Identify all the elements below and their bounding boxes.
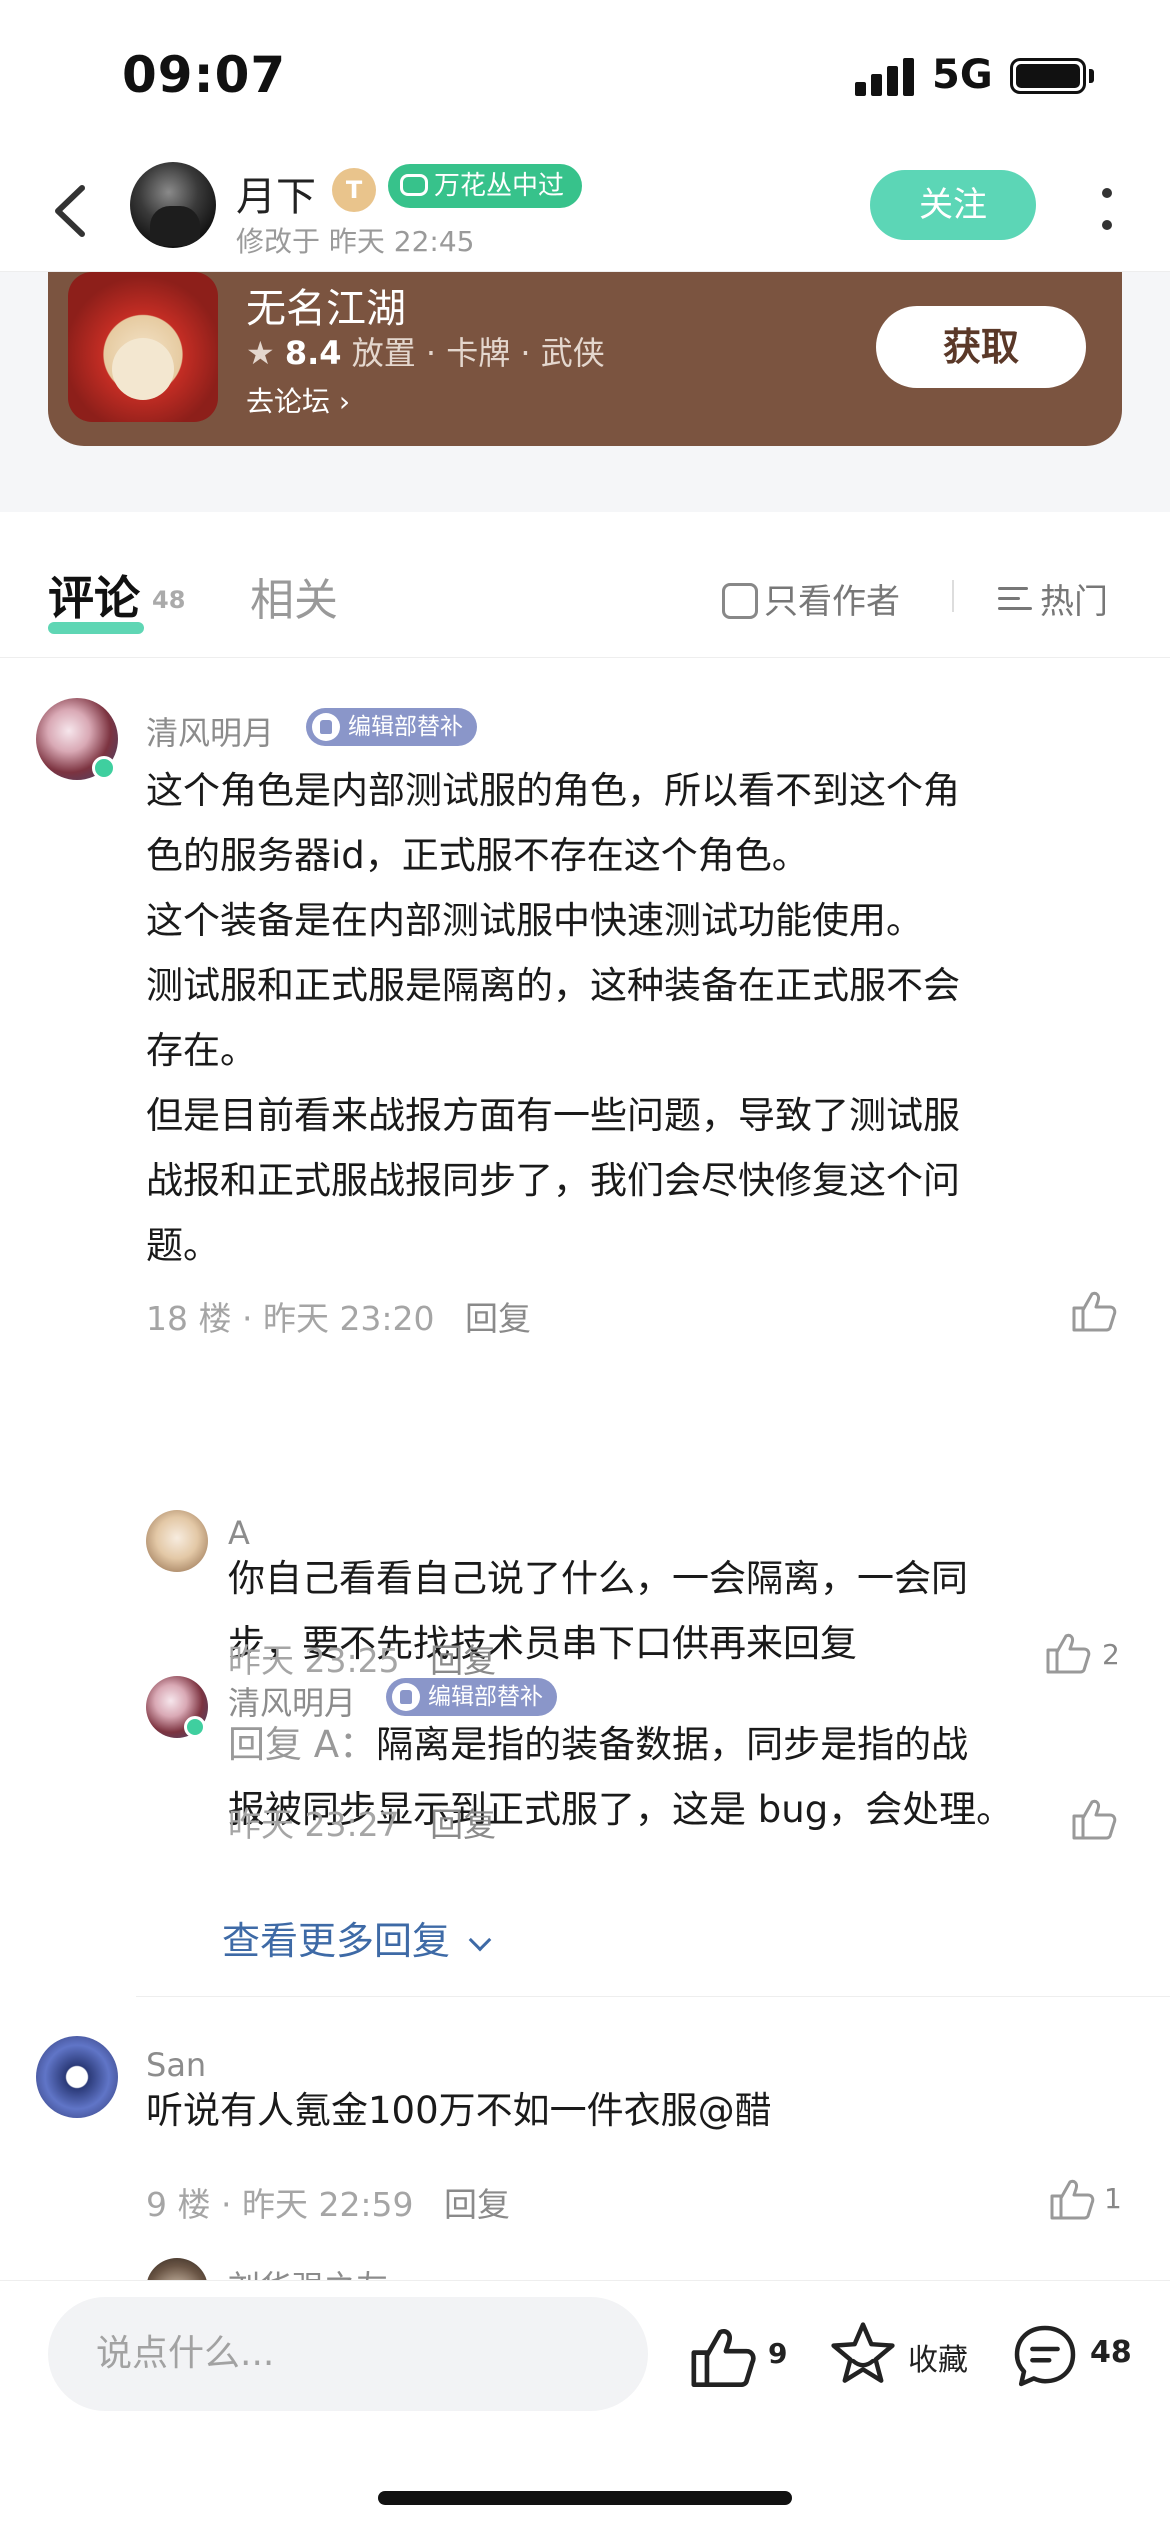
forum-link[interactable]: 去论坛 › (246, 380, 350, 420)
reply-meta: 昨天 23:27 回复 (228, 1798, 496, 1846)
forum-link-label: 去论坛 (246, 385, 331, 418)
comment-author-name[interactable]: 清风明月 (146, 708, 274, 754)
tab-comments[interactable]: 评论 (48, 562, 140, 628)
star-icon: ★ (246, 334, 275, 372)
divider (952, 580, 954, 612)
status-bar: 09:07 5G (0, 0, 1170, 150)
only-author-toggle[interactable]: 只看作者 (722, 574, 900, 623)
get-game-button[interactable]: 获取 (876, 306, 1086, 388)
favorite-label[interactable]: 收藏 (908, 2335, 968, 2379)
comment-line: 色的服务器id，正式服不存在这个角色。 (146, 834, 809, 877)
editor-badge-label: 编辑部替补 (428, 1684, 543, 1710)
thumbs-up-icon[interactable] (1048, 2176, 1096, 2222)
thumbs-up-icon[interactable] (688, 2323, 758, 2391)
network-type: 5G (932, 52, 993, 98)
author-avatar[interactable] (130, 162, 216, 248)
comment-line: 题。 (146, 1224, 220, 1267)
home-indicator (378, 2491, 792, 2505)
like-count: 2 (1102, 1638, 1120, 1671)
author-tag-label: 万花丛中过 (434, 171, 565, 201)
level-badge: T (332, 168, 376, 212)
comment-count: 48 (1090, 2335, 1132, 2370)
reply-button[interactable]: 回复 (465, 1299, 531, 1338)
tab-active-indicator (48, 622, 144, 634)
comment-text: 这个角色是内部测试服的角色，所以看不到这个角 色的服务器id，正式服不存在这个角… (146, 758, 1126, 1278)
edit-time: 修改于 昨天 22:45 (236, 225, 475, 258)
verified-icon (92, 756, 116, 780)
reply-button[interactable]: 回复 (430, 1805, 496, 1844)
comment-line: 存在。 (146, 1029, 257, 1072)
reply-time: 昨天 23:27 (228, 1805, 400, 1844)
reply-to-prefix[interactable]: 回复 A： (228, 1723, 376, 1766)
game-title: 无名江湖 (246, 286, 406, 332)
sort-hot-button[interactable]: 热门 (998, 574, 1108, 623)
like-count: 1 (1104, 2182, 1122, 2215)
signal-icon (855, 56, 917, 96)
sort-label: 热门 (1040, 582, 1108, 622)
author-tag-badge: 万花丛中过 (388, 164, 583, 208)
comment-line: 战报和正式服战报同步了，我们会尽快修复这个问 (146, 1159, 960, 1202)
game-genres: 放置 · 卡牌 · 武侠 (351, 334, 605, 372)
status-time: 09:07 (122, 46, 287, 104)
thumbs-up-icon[interactable] (1070, 1796, 1118, 1842)
gamepad-icon (400, 174, 428, 196)
chevron-right-icon: › (338, 385, 351, 418)
comment-line: 这个角色是内部测试服的角色，所以看不到这个角 (146, 769, 960, 812)
reply-time: 昨天 23:25 (228, 1641, 400, 1680)
battery-tip (1089, 69, 1094, 83)
game-card[interactable]: 无名江湖 ★ 8.4 放置 · 卡牌 · 武侠 去论坛 › 获取 (48, 272, 1122, 446)
comment-line: 测试服和正式服是隔离的，这种装备在正式服不会 (146, 964, 960, 1007)
only-author-label: 只看作者 (764, 582, 900, 622)
avatar[interactable] (146, 1510, 208, 1572)
sort-icon (998, 583, 1034, 617)
star-icon[interactable] (828, 2319, 898, 2389)
divider (136, 1996, 1170, 1997)
tab-comment-count: 48 (152, 586, 186, 614)
comment-line: 但是目前看来战报方面有一些问题，导致了测试服 (146, 1094, 960, 1137)
follow-button[interactable]: 关注 (870, 170, 1036, 240)
comment-line: 这个装备是在内部测试服中快速测试功能使用。 (146, 899, 923, 942)
checkbox-icon (722, 583, 758, 619)
comment-floor-time: 9 楼 · 昨天 22:59 (146, 2185, 414, 2224)
thumbs-up-badge-icon (312, 713, 340, 741)
comment-meta: 18 楼 · 昨天 23:20 回复 (146, 1292, 531, 1340)
thumbs-up-badge-icon (392, 1683, 420, 1711)
reply-line: 你自己看看自己说了什么，一会隔离，一会同 (228, 1557, 968, 1600)
post-header: 月下 T 万花丛中过 修改于 昨天 22:45 关注 (0, 150, 1170, 272)
game-icon (68, 272, 218, 422)
reply-line: 隔离是指的装备数据，同步是指的战 (376, 1723, 969, 1766)
comment-meta: 9 楼 · 昨天 22:59 回复 (146, 2178, 510, 2226)
game-meta: ★ 8.4 放置 · 卡牌 · 武侠 (246, 328, 605, 374)
back-button[interactable] (44, 176, 104, 246)
chevron-down-icon (468, 1928, 492, 1952)
chevron-left-icon (55, 185, 85, 237)
verified-icon (184, 1716, 206, 1738)
comment-text: 听说有人氪金100万不如一件衣服@醋 (146, 2089, 772, 2132)
avatar[interactable] (36, 2036, 118, 2118)
editor-badge-label: 编辑部替补 (348, 714, 463, 740)
reply-button[interactable]: 回复 (444, 2185, 510, 2224)
battery-icon (1010, 58, 1086, 94)
comment-tabs: 评论 48 相关 只看作者 热门 (0, 512, 1170, 658)
view-more-replies[interactable]: 查看更多回复 (222, 1910, 492, 1965)
more-options-button[interactable] (1092, 180, 1122, 240)
comment-icon[interactable] (1010, 2321, 1080, 2391)
reply-button[interactable]: 回复 (430, 1641, 496, 1680)
comment-input[interactable]: 说点什么... (48, 2297, 648, 2411)
editor-badge: 编辑部替补 (386, 1678, 557, 1716)
tab-related[interactable]: 相关 (250, 564, 338, 628)
comment-floor-time: 18 楼 · 昨天 23:20 (146, 1299, 435, 1338)
game-score: 8.4 (284, 334, 342, 372)
author-name[interactable]: 月下 (236, 164, 316, 222)
like-count: 9 (768, 2337, 788, 2370)
thumbs-up-icon[interactable] (1044, 1630, 1092, 1676)
editor-badge: 编辑部替补 (306, 708, 477, 746)
thumbs-up-icon[interactable] (1070, 1288, 1118, 1334)
bottom-action-bar: 说点什么... 9 收藏 48 (0, 2280, 1170, 2532)
view-more-label: 查看更多回复 (222, 1919, 451, 1963)
reply-meta: 昨天 23:25 回复 (228, 1634, 496, 1682)
